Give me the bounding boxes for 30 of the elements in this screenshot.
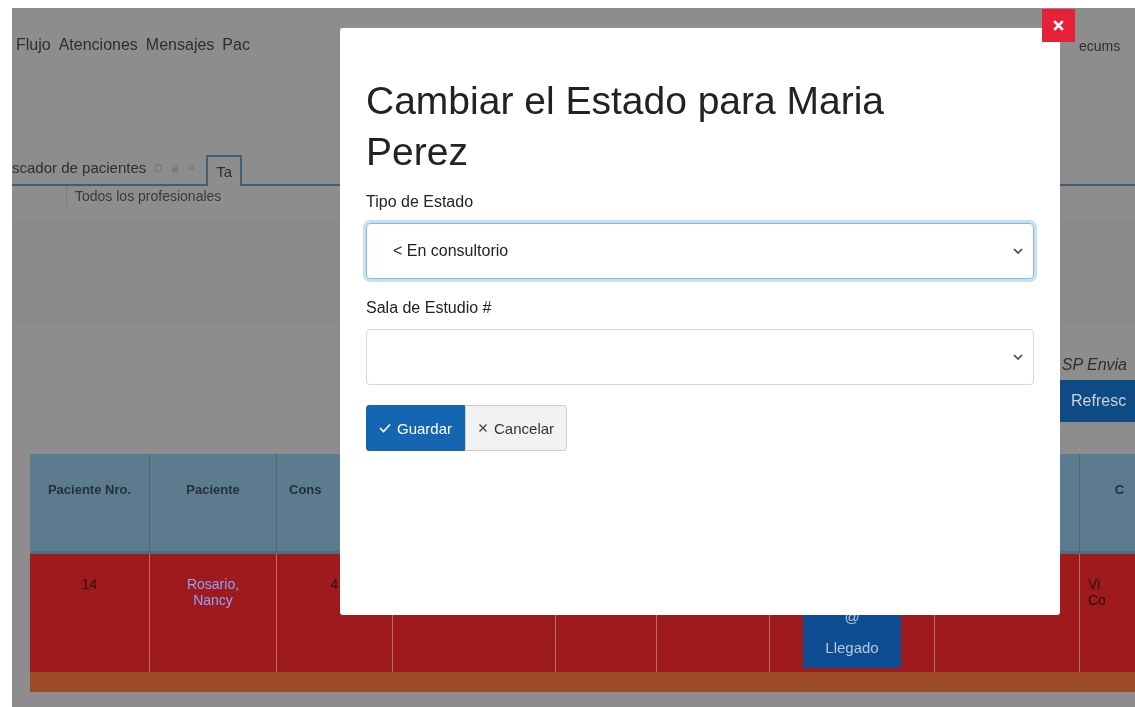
menu-item[interactable]: Pac <box>222 36 250 56</box>
table-cell: 14 <box>30 554 150 672</box>
menu-item[interactable]: Flujo <box>16 36 51 56</box>
column-header: C <box>1080 454 1135 554</box>
menu-item[interactable]: Atenciones <box>58 36 138 56</box>
column-header: Paciente <box>150 454 277 554</box>
save-button[interactable]: Guardar <box>366 405 466 452</box>
close-icon <box>1052 19 1065 32</box>
field-label: Sala de Estudio # <box>366 299 493 318</box>
chevron-down-icon <box>1013 354 1023 361</box>
column-header: Paciente Nro. <box>30 454 150 554</box>
menu-item[interactable]: Mensajes <box>145 36 215 56</box>
modal-title: Cambiar el Estado para Maria Perez <box>366 78 886 175</box>
check-icon <box>379 423 391 434</box>
table-cell: Vi <box>1088 576 1101 592</box>
professional-filter[interactable]: Todos los profesionales <box>66 186 230 206</box>
select-field[interactable] <box>366 329 1034 386</box>
tab[interactable]: scador de pacientes <box>12 159 207 186</box>
menu-item[interactable]: ecums <box>1079 38 1121 54</box>
field-label: Tipo de Estado <box>366 193 475 212</box>
notice-text: SP Envia <box>1061 356 1128 374</box>
refresh-button[interactable]: Refresc <box>1059 380 1135 422</box>
close-button[interactable] <box>1042 9 1075 42</box>
table-cell: Co <box>1088 592 1106 608</box>
cancel-button[interactable]: Cancelar <box>465 405 568 452</box>
patient-link[interactable]: Rosario, Nancy <box>183 576 243 608</box>
tab[interactable]: Ta <box>206 155 243 186</box>
chevron-down-icon <box>1013 248 1023 255</box>
select-field[interactable]: < En consultorio <box>366 223 1034 280</box>
close-icon <box>478 423 489 434</box>
